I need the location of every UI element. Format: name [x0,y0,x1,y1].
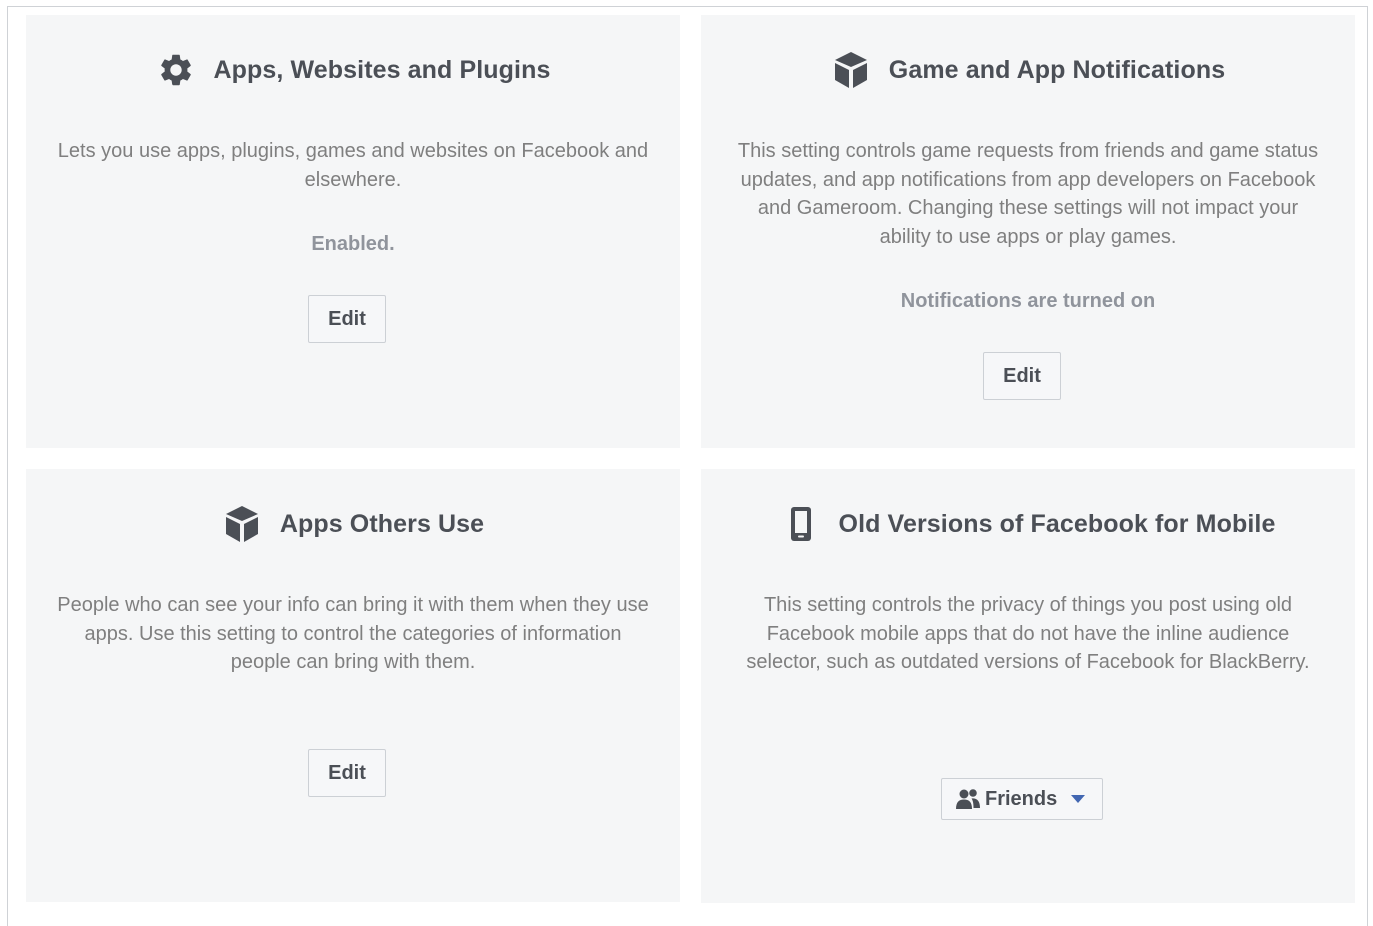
audience-selector-button[interactable]: Friends [941,778,1103,820]
card-header: Apps Others Use [26,504,680,544]
card-description: Lets you use apps, plugins, games and we… [57,140,649,191]
friends-icon [955,788,981,810]
edit-button[interactable]: Edit [308,295,386,343]
cube-icon [222,504,262,544]
edit-button[interactable]: Edit [308,749,386,797]
card-description: This setting controls game requests from… [737,140,1319,248]
apps-others-use-card: Apps Others Use People who can see your … [26,469,680,902]
apps-websites-plugins-card: Apps, Websites and Plugins Lets you use … [26,15,680,448]
status-text: Enabled. [311,233,395,255]
card-title: Apps, Websites and Plugins [213,55,551,84]
card-header: Game and App Notifications [701,50,1355,90]
audience-selector-label: Friends [985,787,1058,810]
card-header: Old Versions of Facebook for Mobile [701,504,1355,544]
gear-icon [156,50,196,90]
caret-down-icon [1071,795,1086,803]
card-title: Old Versions of Facebook for Mobile [838,509,1276,538]
card-description: This setting controls the privacy of thi… [746,594,1310,673]
mobile-phone-icon [781,504,821,544]
card-description: People who can see your info can bring i… [57,594,649,673]
cube-icon [831,50,871,90]
card-title: Apps Others Use [279,509,485,538]
card-title: Game and App Notifications [888,55,1226,84]
game-app-notifications-card: Game and App Notifications This setting … [701,15,1355,448]
old-versions-mobile-card: Old Versions of Facebook for Mobile This… [701,469,1355,903]
status-text: Notifications are turned on [900,290,1156,312]
edit-button[interactable]: Edit [983,352,1061,400]
card-header: Apps, Websites and Plugins [26,50,680,90]
